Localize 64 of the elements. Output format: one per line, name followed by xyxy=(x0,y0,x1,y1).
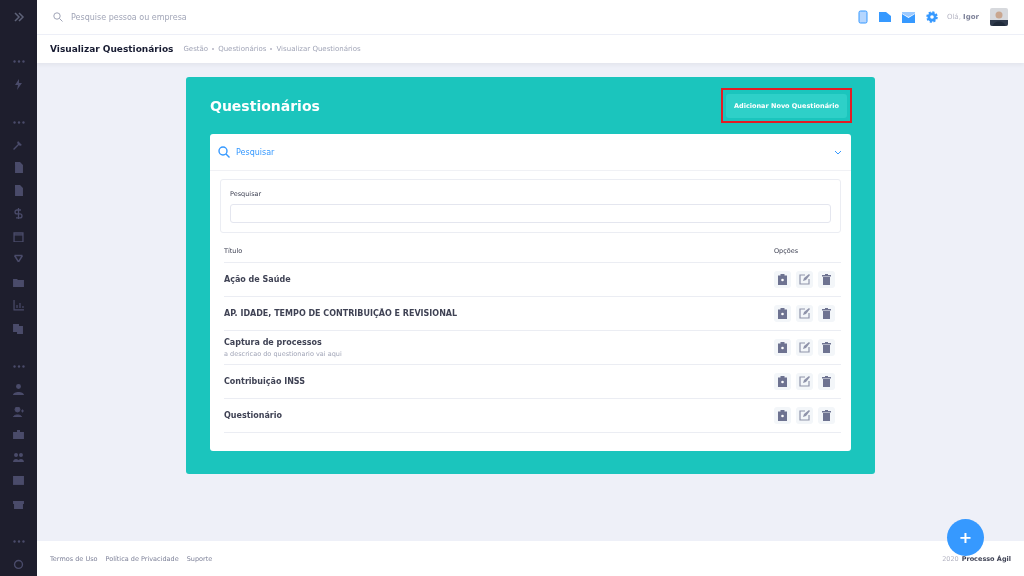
document-icon[interactable] xyxy=(13,162,24,174)
delete-button[interactable] xyxy=(818,271,835,288)
questionnaire-title: Captura de processos xyxy=(224,337,323,347)
more-icon xyxy=(12,540,25,544)
search-panel-header[interactable]: Pesquisar xyxy=(210,134,851,171)
edit-button[interactable] xyxy=(796,305,813,322)
mail-icon[interactable] xyxy=(901,11,915,23)
questionnaire-title: Questionário xyxy=(224,411,283,420)
file-icon[interactable] xyxy=(878,11,891,23)
clipboard-button[interactable] xyxy=(774,373,791,390)
search-icon xyxy=(218,146,230,158)
trash-icon xyxy=(822,410,831,421)
copy-icon[interactable] xyxy=(13,322,24,334)
clipboard-button[interactable] xyxy=(774,305,791,322)
clipboard-icon xyxy=(778,342,787,353)
edit-button[interactable] xyxy=(796,271,813,288)
clipboard-icon xyxy=(778,308,787,319)
clipboard-icon xyxy=(778,410,787,421)
search-icon xyxy=(53,12,63,22)
dollar-icon[interactable] xyxy=(13,208,24,220)
more-icon xyxy=(12,364,25,368)
edit-icon xyxy=(799,410,810,421)
phone-icon[interactable] xyxy=(857,10,868,24)
delete-button[interactable] xyxy=(818,339,835,356)
more-icon xyxy=(12,59,25,63)
folder-icon[interactable] xyxy=(13,277,24,288)
bolt-icon[interactable] xyxy=(13,78,24,90)
delete-button[interactable] xyxy=(818,305,835,322)
card-title: Questionários xyxy=(210,97,320,114)
chart-icon[interactable] xyxy=(13,299,24,311)
trash-icon xyxy=(822,376,831,387)
edit-icon xyxy=(799,342,810,353)
clipboard-icon xyxy=(778,376,787,387)
clipboard-button[interactable] xyxy=(774,271,791,288)
chevron-icon xyxy=(834,149,842,155)
briefcase-icon[interactable] xyxy=(13,429,24,441)
more-icon xyxy=(12,120,25,124)
edit-icon xyxy=(799,376,810,387)
search-panel-label: Pesquisar xyxy=(236,147,276,157)
document-icon[interactable] xyxy=(13,185,24,197)
clipboard-icon xyxy=(778,274,787,285)
search-field[interactable] xyxy=(230,204,831,223)
edit-button[interactable] xyxy=(796,339,813,356)
trash-icon xyxy=(822,308,831,319)
questionnaire-title: AP. IDADE, TEMPO DE CONTRIBUIÇÃO E REVISIONAL xyxy=(224,309,458,318)
questionnaire-title: Ação de Saúde xyxy=(224,275,291,284)
page-title: Visualizar Questionários xyxy=(50,44,174,54)
edit-button[interactable] xyxy=(796,373,813,390)
users-icon[interactable] xyxy=(13,452,24,464)
settings-icon[interactable] xyxy=(925,11,938,23)
clipboard-button[interactable] xyxy=(774,407,791,424)
user-add-icon[interactable] xyxy=(13,406,24,418)
hammer-icon[interactable] xyxy=(13,139,24,151)
edit-icon xyxy=(799,308,810,319)
delete-button[interactable] xyxy=(818,373,835,390)
user-icon[interactable] xyxy=(13,383,24,395)
trash-icon xyxy=(822,274,831,285)
trash-icon xyxy=(822,342,831,353)
questionnaire-title: Contribuição INSS xyxy=(224,377,305,386)
delete-button[interactable] xyxy=(818,407,835,424)
clipboard-button[interactable] xyxy=(774,339,791,356)
calendar-icon[interactable] xyxy=(13,231,24,243)
edit-icon xyxy=(799,274,810,285)
edit-button[interactable] xyxy=(796,407,813,424)
